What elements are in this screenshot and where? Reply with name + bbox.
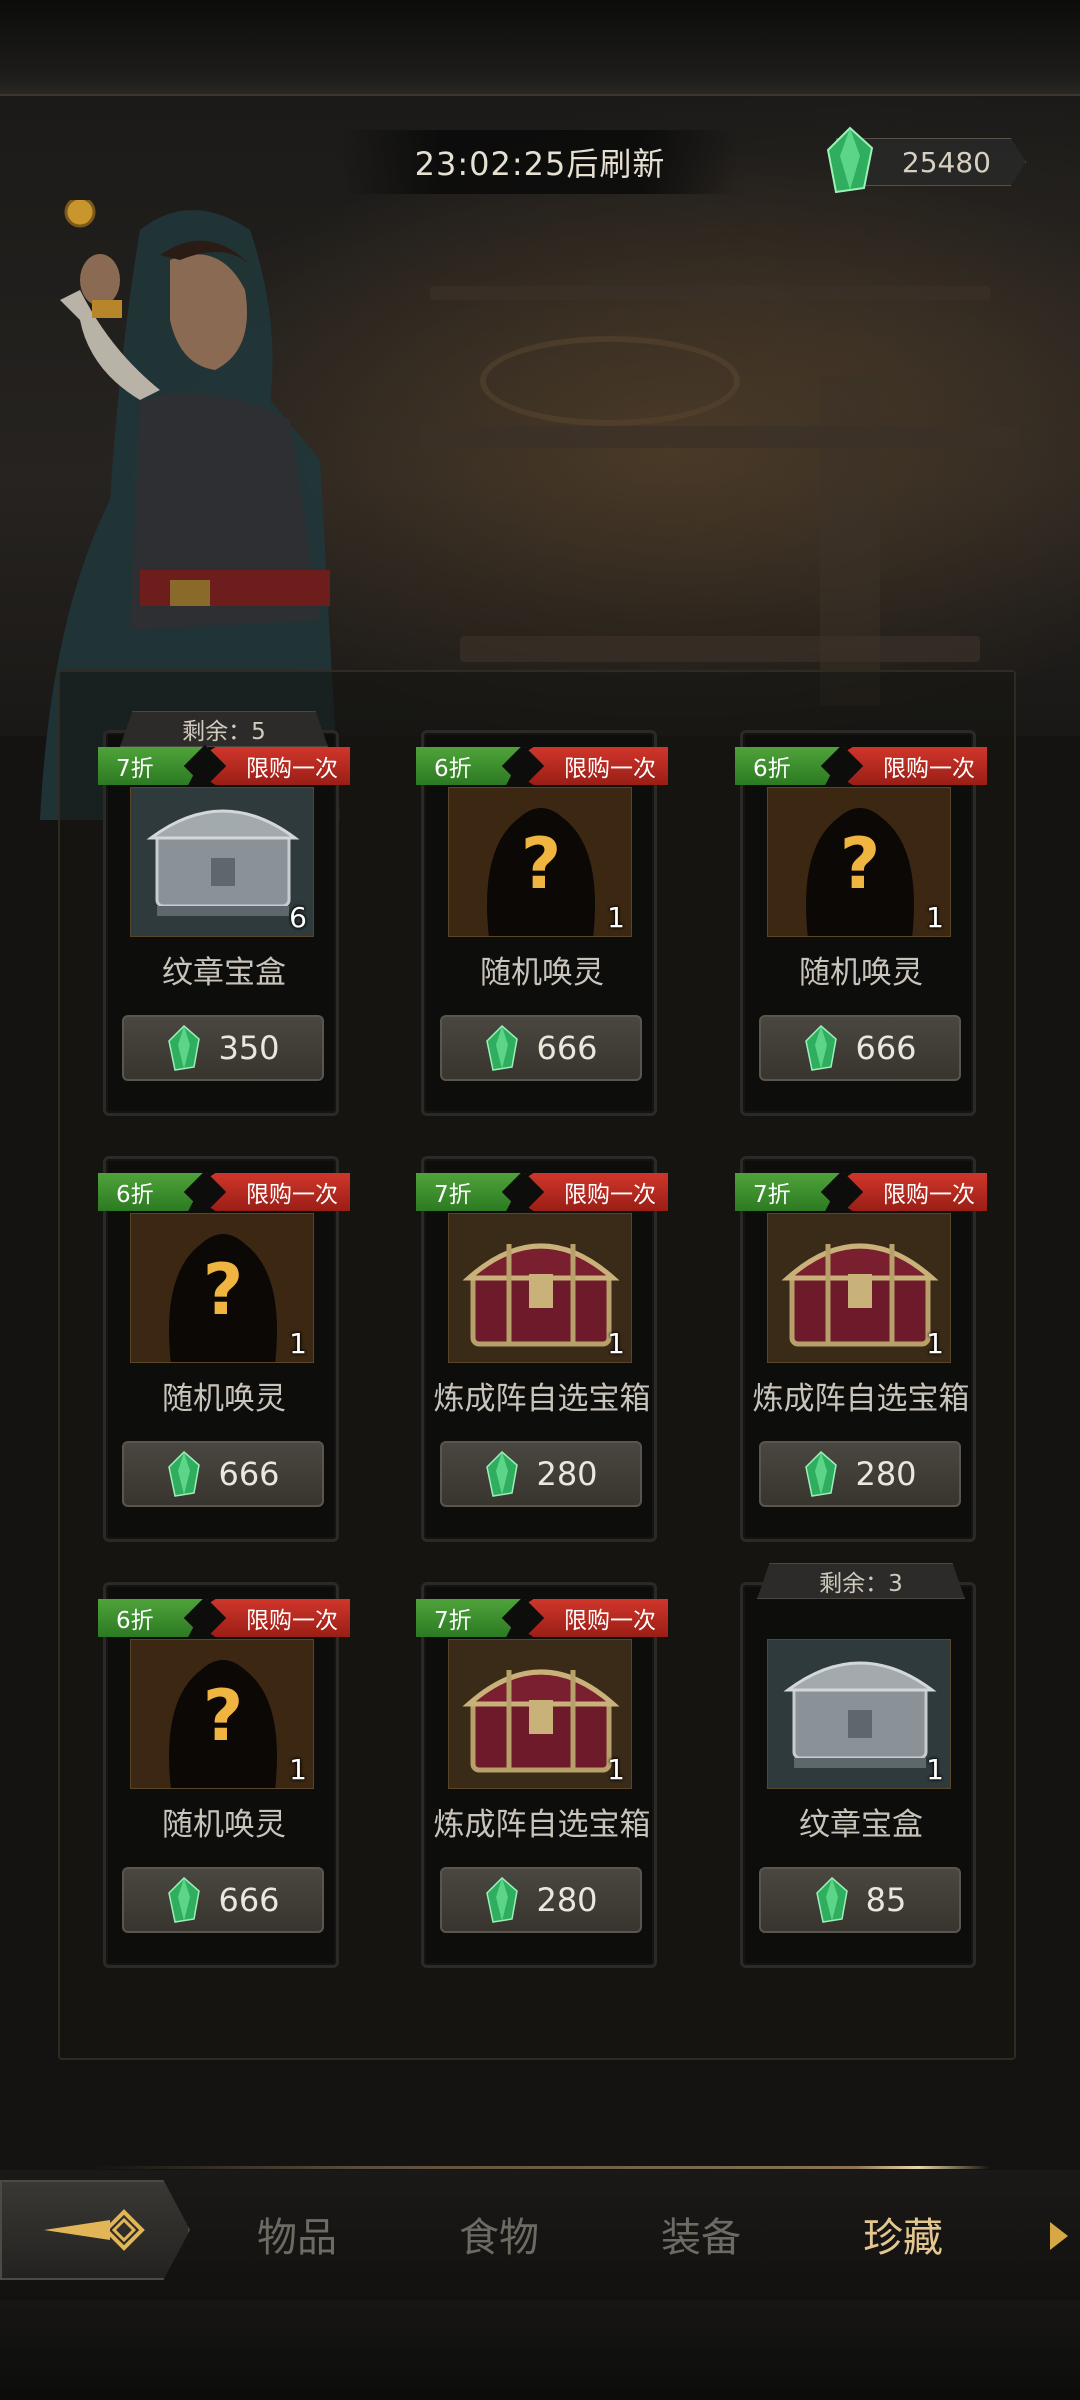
refresh-timer: 23:02:25后刷新 <box>340 130 740 194</box>
tag-row: 6折 限购一次 <box>416 744 668 788</box>
green-crystal-icon <box>805 1451 838 1497</box>
shop-item-card[interactable]: 6折 限购一次? 1 随机唤灵 666 <box>735 730 987 1116</box>
green-crystal-icon <box>168 1025 201 1071</box>
shelf <box>460 636 980 662</box>
bottom-frame <box>0 2300 1080 2400</box>
item-name: 随机唤灵 <box>480 955 604 991</box>
nav-divider <box>90 2166 990 2169</box>
price-value: 666 <box>855 1029 917 1067</box>
back-button[interactable] <box>0 2180 190 2280</box>
shop-item-card[interactable]: 6折 限购一次? 1 随机唤灵 666 <box>98 1582 350 1968</box>
buy-button[interactable]: 280 <box>440 1867 642 1933</box>
buy-button[interactable]: 280 <box>440 1441 642 1507</box>
buy-button[interactable]: 666 <box>122 1867 324 1933</box>
buy-button[interactable]: 666 <box>122 1441 324 1507</box>
item-quantity: 6 <box>289 901 307 934</box>
price-value: 350 <box>218 1029 280 1067</box>
shop-item-card[interactable]: 剩余：3 1 纹章宝盒 85 <box>740 1563 976 1968</box>
svg-text:?: ? <box>521 823 562 905</box>
price-value: 280 <box>536 1455 598 1493</box>
item-quantity: 1 <box>607 901 625 934</box>
shop-item-card[interactable]: 7折 限购一次 1 炼成阵自选宝箱 280 <box>416 1156 668 1542</box>
item-quantity: 1 <box>289 1327 307 1360</box>
tag-row: 7折 限购一次 <box>735 1170 987 1214</box>
tab-treasures[interactable]: 珍藏 <box>828 2205 978 2263</box>
mystery-silhouette-image[interactable]: ? 1 <box>448 787 632 937</box>
item-quantity: 1 <box>926 901 944 934</box>
shop-item-card[interactable]: 6折 限购一次? 1 随机唤灵 666 <box>98 1156 350 1542</box>
price-value: 280 <box>536 1881 598 1919</box>
emblem-chest-image[interactable]: 1 <box>767 1639 951 1789</box>
item-name: 随机唤灵 <box>799 955 923 991</box>
green-crystal-icon <box>486 1025 519 1071</box>
item-name: 炼成阵自选宝箱 <box>433 1381 651 1417</box>
buy-button[interactable]: 350 <box>122 1015 324 1081</box>
shelf <box>420 426 1020 448</box>
shop-item-card[interactable]: 7折 限购一次 1 炼成阵自选宝箱 280 <box>735 1156 987 1542</box>
tag-row: 6折 限购一次 <box>735 744 987 788</box>
green-crystal-icon <box>826 126 874 194</box>
green-crystal-icon <box>486 1877 519 1923</box>
buy-button[interactable]: 85 <box>759 1867 961 1933</box>
price-value: 280 <box>855 1455 917 1493</box>
treasure-chest-image[interactable]: 1 <box>767 1213 951 1363</box>
green-crystal-icon <box>486 1451 519 1497</box>
tag-row: 7折 限购一次 <box>98 744 350 788</box>
shop-item-card[interactable]: 6折 限购一次? 1 随机唤灵 666 <box>416 730 668 1116</box>
shop-item-card[interactable]: 剩余：5 7折 限购一次 6 纹章宝盒 350 <box>98 711 350 1116</box>
item-name: 随机唤灵 <box>162 1807 286 1843</box>
price-value: 666 <box>218 1881 280 1919</box>
item-name: 纹章宝盒 <box>799 1807 923 1843</box>
buy-button[interactable]: 666 <box>440 1015 642 1081</box>
item-name: 纹章宝盒 <box>162 955 286 991</box>
shelf <box>430 286 990 300</box>
item-name: 随机唤灵 <box>162 1381 286 1417</box>
remaining-stock-label: 剩余：3 <box>757 1563 965 1599</box>
tab-food[interactable]: 食物 <box>424 2205 574 2263</box>
item-name: 炼成阵自选宝箱 <box>433 1807 651 1843</box>
treasure-chest-image[interactable]: 1 <box>448 1639 632 1789</box>
item-quantity: 1 <box>926 1753 944 1786</box>
tab-equipment[interactable]: 装备 <box>626 2205 776 2263</box>
buy-button[interactable]: 666 <box>759 1015 961 1081</box>
currency-amount: 25480 <box>901 145 991 179</box>
mystery-silhouette-image[interactable]: ? 1 <box>767 787 951 937</box>
item-quantity: 1 <box>607 1753 625 1786</box>
svg-text:?: ? <box>203 1675 244 1757</box>
buy-button[interactable]: 280 <box>759 1441 961 1507</box>
top-frame <box>0 0 1080 96</box>
mystery-silhouette-image[interactable]: ? 1 <box>130 1639 314 1789</box>
tab-items[interactable]: 物品 <box>222 2205 372 2263</box>
item-quantity: 1 <box>607 1327 625 1360</box>
item-quantity: 1 <box>926 1327 944 1360</box>
svg-text:?: ? <box>203 1249 244 1331</box>
green-crystal-icon <box>815 1877 848 1923</box>
item-quantity: 1 <box>289 1753 307 1786</box>
tag-row: 7折 限购一次 <box>416 1596 668 1640</box>
price-value: 666 <box>218 1455 280 1493</box>
price-value: 666 <box>536 1029 598 1067</box>
tag-row: 6折 限购一次 <box>98 1170 350 1214</box>
chandelier <box>480 336 740 426</box>
treasure-chest-image[interactable]: 1 <box>448 1213 632 1363</box>
mystery-silhouette-image[interactable]: ? 1 <box>130 1213 314 1363</box>
green-crystal-icon <box>168 1877 201 1923</box>
remaining-stock-label: 剩余：5 <box>120 711 328 747</box>
item-name: 炼成阵自选宝箱 <box>752 1381 970 1417</box>
nav-next-arrow-icon[interactable] <box>1050 2222 1068 2250</box>
tag-row: 7折 限购一次 <box>416 1170 668 1214</box>
svg-text:?: ? <box>840 823 881 905</box>
back-arrow-icon <box>44 2209 145 2251</box>
emblem-chest-image[interactable]: 6 <box>130 787 314 937</box>
tag-row: 6折 限购一次 <box>98 1596 350 1640</box>
shop-item-card[interactable]: 7折 限购一次 1 炼成阵自选宝箱 280 <box>416 1582 668 1968</box>
green-crystal-icon <box>805 1025 838 1071</box>
price-value: 85 <box>865 1881 907 1919</box>
green-crystal-icon <box>168 1451 201 1497</box>
shelf <box>820 376 880 706</box>
